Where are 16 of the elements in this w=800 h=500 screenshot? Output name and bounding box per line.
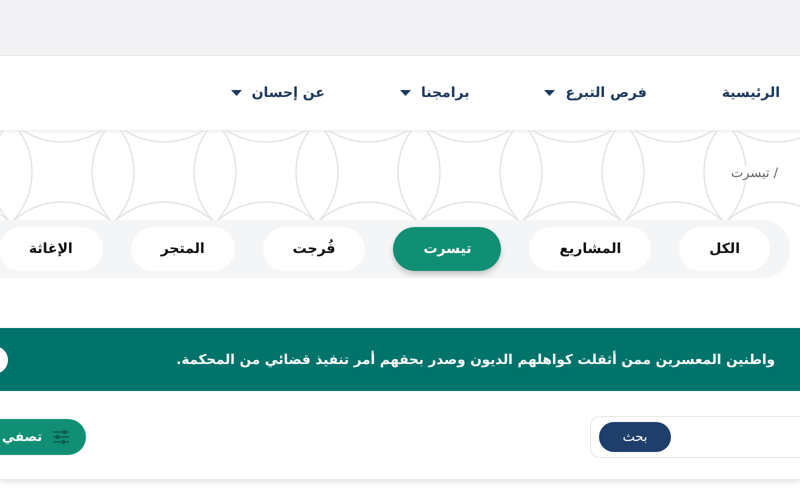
sliders-icon (52, 429, 70, 445)
banner-text: واطنين المعسرين ممن أثقلت كواهلهم الديون وصدر بحقهم أمر تنفيذ قضائي من المحكمة. (176, 352, 775, 368)
nav-link[interactable]: عن إحسان (230, 85, 325, 101)
filter-tab[interactable]: الكل (679, 227, 770, 271)
nav-link[interactable]: برامجنا (400, 85, 470, 101)
nav-link[interactable]: الرئيسية (722, 85, 780, 101)
filter-tab[interactable]: تيسرت (393, 227, 502, 271)
breadcrumb-current: / تيسرت (730, 166, 778, 181)
filter-button[interactable]: تصفي (0, 419, 86, 455)
filter-tab[interactable]: الإغاثة (0, 227, 103, 271)
search-button[interactable]: بحث (599, 422, 671, 452)
filter-tab[interactable]: المتجر (130, 227, 235, 271)
filter-tab[interactable]: فُرجت (262, 227, 366, 271)
nav-link[interactable]: فرص التبرع (544, 85, 647, 101)
filter-tab[interactable]: المشاريع (529, 227, 652, 271)
search-field[interactable]: بحث (590, 416, 800, 458)
